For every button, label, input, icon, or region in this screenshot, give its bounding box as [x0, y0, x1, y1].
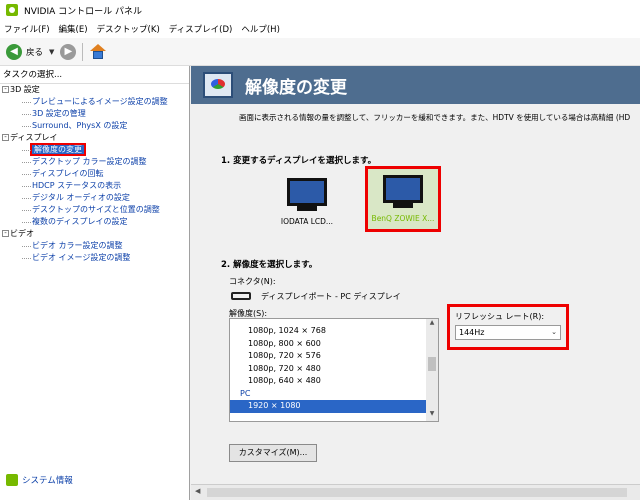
monitor-benq-selected[interactable]: BenQ ZOWIE X...: [365, 166, 441, 232]
tree-task-item[interactable]: 解像度の変更: [0, 143, 189, 156]
tree-item-label: 3D 設定: [10, 85, 40, 94]
resolution-option[interactable]: 1080p, 1024 × 768: [230, 325, 438, 338]
home-icon[interactable]: [89, 43, 107, 61]
refresh-rate-select[interactable]: 144Hz ⌄: [455, 325, 561, 340]
system-info-label: システム情報: [22, 476, 73, 486]
scroll-down-icon[interactable]: ▼: [426, 410, 438, 421]
tree-item-label: ビデオ イメージ設定の調整: [32, 253, 131, 262]
resolution-option[interactable]: 1080p, 800 × 600: [230, 338, 438, 351]
collapse-toggle-icon[interactable]: -: [2, 134, 9, 141]
menu-help[interactable]: ヘルプ(H): [241, 23, 280, 35]
title-bar: NVIDIA コントロール パネル: [0, 0, 640, 20]
refresh-rate-label: リフレッシュ レート(R):: [455, 312, 545, 321]
resolution-list[interactable]: 1080p, 1024 × 768 1080p, 800 × 600 1080p, …: [229, 318, 439, 422]
resolution-option[interactable]: 1920 × 1080: [230, 400, 438, 413]
connector-label: コネクタ(N):: [229, 277, 276, 286]
step2-heading: 2. 解像度を選択します。: [221, 260, 318, 270]
task-tree-panel: タスクの選択... -3D 設定 プレビューによるイメージ設定の調整 3D 設定の管…: [0, 66, 190, 500]
scroll-thumb[interactable]: [428, 357, 436, 371]
nvidia-logo-icon: [6, 4, 18, 16]
toolbar-divider: [82, 42, 84, 61]
collapse-toggle-icon[interactable]: -: [2, 230, 9, 237]
list-group-header: PC: [240, 388, 251, 398]
collapse-toggle-icon[interactable]: -: [2, 86, 9, 93]
page-banner: 解像度の変更: [191, 66, 640, 104]
horizontal-scrollbar[interactable]: ◀: [191, 484, 640, 500]
tree-item-label: 3D 設定の管理: [32, 109, 86, 118]
chevron-down-icon[interactable]: ⌄: [551, 326, 557, 339]
tree-task-item[interactable]: 3D 設定の管理: [0, 108, 189, 120]
tree-item-label: 解像度の変更: [30, 143, 86, 156]
tree-task-item[interactable]: デジタル オーディオの設定: [0, 192, 189, 204]
window-title: NVIDIA コントロール パネル: [24, 6, 143, 17]
monitor-icon: [287, 178, 327, 206]
back-button[interactable]: 戻る: [26, 46, 43, 58]
back-arrow-icon[interactable]: ◀: [6, 43, 22, 60]
step1-heading: 1. 変更するディスプレイを選択します。: [221, 156, 377, 166]
tree-item-label: デスクトップのサイズと位置の調整: [32, 205, 160, 214]
displayport-cable-icon: [231, 292, 251, 300]
refresh-rate-value: 144Hz: [459, 328, 485, 337]
menu-edit[interactable]: 編集(E): [59, 23, 88, 35]
menu-desktop[interactable]: デスクトップ(K): [97, 23, 160, 35]
tree-task-item[interactable]: Surround、PhysX の設定: [0, 120, 189, 132]
tree-item-label: Surround、PhysX の設定: [32, 121, 128, 130]
display-settings-icon: [203, 72, 233, 98]
tree-item-label: 複数のディスプレイの設定: [32, 217, 128, 226]
tree-category[interactable]: -3D 設定: [0, 84, 189, 96]
resolution-option[interactable]: 1080p, 720 × 480: [230, 363, 438, 376]
main-content: 解像度の変更 画面に表示される情報の量を調整して、フリッカーを緩和できます。また…: [191, 66, 640, 500]
tree-item-label: ディスプレイ: [10, 133, 58, 142]
tree-task-item[interactable]: ビデオ カラー設定の調整: [0, 240, 189, 252]
tree-item-label: デジタル オーディオの設定: [32, 193, 130, 202]
toolbar: ◀ 戻る ▼ ▶: [0, 38, 640, 66]
menu-display[interactable]: ディスプレイ(D): [169, 23, 233, 35]
tree-item-label: ビデオ: [10, 229, 34, 238]
monitor-iodata[interactable]: IODATA LCD...: [269, 172, 345, 238]
tree-task-item[interactable]: プレビューによるイメージ設定の調整: [0, 96, 189, 108]
monitor-label: BenQ ZOWIE X...: [371, 214, 435, 223]
history-dropdown-icon[interactable]: ▼: [49, 48, 54, 56]
tree-item-label: HDCP ステータスの表示: [32, 181, 122, 190]
monitor-icon: [383, 175, 423, 203]
refresh-rate-group: リフレッシュ レート(R): 144Hz ⌄: [447, 304, 569, 350]
tree-item-label: プレビューによるイメージ設定の調整: [32, 97, 168, 106]
menu-file[interactable]: ファイル(F): [4, 23, 50, 35]
menu-bar: ファイル(F) 編集(E) デスクトップ(K) ディスプレイ(D) ヘルプ(H): [0, 20, 640, 38]
tree-task-item[interactable]: ビデオ イメージ設定の調整: [0, 252, 189, 264]
tree-task-item[interactable]: ディスプレイの回転: [0, 168, 189, 180]
customize-button[interactable]: カスタマイズ(M)...: [229, 444, 317, 462]
scroll-up-icon[interactable]: ▲: [426, 319, 438, 330]
system-info-icon: [6, 474, 18, 486]
forward-arrow-icon[interactable]: ▶: [60, 43, 77, 60]
resolution-option[interactable]: 1080p, 720 × 576: [230, 350, 438, 363]
tree-task-item[interactable]: HDCP ステータスの表示: [0, 180, 189, 192]
tree-task-item[interactable]: 複数のディスプレイの設定: [0, 216, 189, 228]
resolution-list-scrollbar[interactable]: ▲ ▼: [426, 319, 438, 421]
task-tree: -3D 設定 プレビューによるイメージ設定の調整 3D 設定の管理 Surround、…: [0, 84, 189, 264]
tree-item-label: ビデオ カラー設定の調整: [32, 241, 123, 250]
task-tree-header: タスクの選択...: [0, 66, 189, 84]
system-info-link[interactable]: システム情報: [6, 474, 73, 486]
monitor-label: IODATA LCD...: [280, 217, 334, 226]
page-description: 画面に表示される情報の量を調整して、フリッカーを緩和できます。また、HDTV を…: [239, 113, 631, 122]
scroll-track[interactable]: [207, 488, 627, 497]
tree-task-item[interactable]: デスクトップ カラー設定の調整: [0, 156, 189, 168]
scroll-left-icon[interactable]: ◀: [195, 487, 200, 495]
page-title: 解像度の変更: [245, 77, 347, 98]
tree-category[interactable]: - ビデオ: [0, 228, 189, 240]
tree-item-label: ディスプレイの回転: [32, 169, 104, 178]
resolution-option[interactable]: 1080p, 640 × 480: [230, 375, 438, 388]
tree-task-item[interactable]: デスクトップのサイズと位置の調整: [0, 204, 189, 216]
tree-item-label: デスクトップ カラー設定の調整: [32, 157, 147, 166]
tree-category[interactable]: - ディスプレイ: [0, 132, 189, 144]
connector-value: ディスプレイポート - PC ディスプレイ: [261, 292, 401, 301]
